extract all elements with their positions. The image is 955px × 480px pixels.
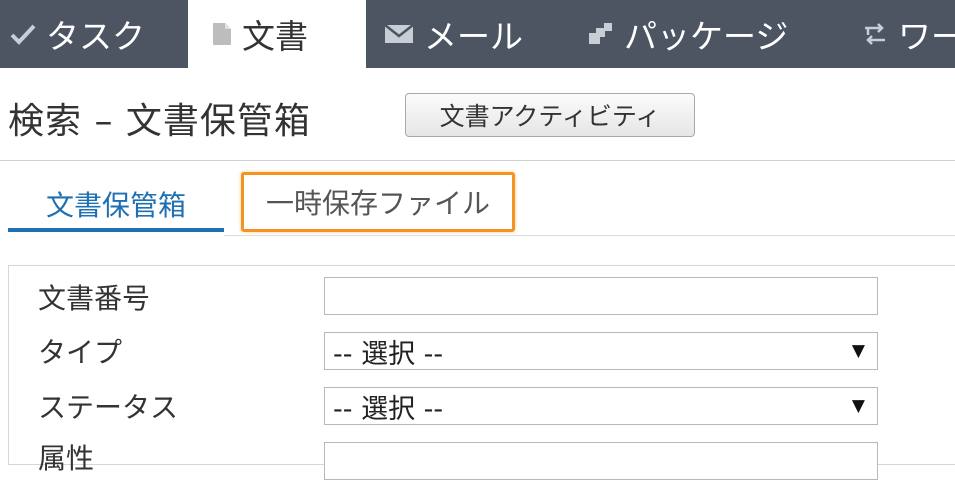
attribute-select[interactable] bbox=[324, 442, 878, 480]
header-divider bbox=[0, 160, 955, 161]
subtab-document-vault[interactable]: 文書保管箱 bbox=[8, 186, 224, 232]
dropdown-arrow-icon: ▼ bbox=[851, 341, 865, 361]
document-number-label: 文書番号 bbox=[38, 282, 151, 315]
nav-tab-workflow[interactable]: ワー bbox=[862, 0, 955, 68]
nav-tab-label: パッケージ bbox=[624, 17, 789, 56]
document-icon bbox=[212, 22, 232, 46]
subtab-divider bbox=[224, 235, 955, 236]
nav-tab-documents[interactable]: 文書 bbox=[188, 0, 366, 68]
package-icon bbox=[588, 22, 614, 46]
type-label: タイプ bbox=[38, 336, 123, 369]
nav-tab-label: ワー bbox=[898, 17, 955, 56]
status-label: ステータス bbox=[38, 391, 179, 424]
dropdown-arrow-icon: ▼ bbox=[851, 396, 865, 416]
page-title: 検索 – 文書保管箱 bbox=[8, 101, 311, 142]
nav-tab-label: メール bbox=[424, 17, 523, 56]
subtab-temporary-files[interactable]: 一時保存ファイル bbox=[241, 172, 515, 232]
nav-tab-label: タスク bbox=[46, 17, 145, 56]
workflow-icon bbox=[862, 22, 888, 46]
type-select-value: -- 選択 -- bbox=[333, 338, 444, 370]
top-navigation-bar: タスク 文書 メール パッケージ ワー bbox=[0, 0, 955, 68]
document-number-input[interactable] bbox=[324, 277, 878, 315]
nav-tab-label: 文書 bbox=[242, 17, 308, 56]
attribute-label: 属性 bbox=[38, 442, 95, 475]
envelope-icon bbox=[384, 23, 414, 45]
nav-tab-tasks[interactable]: タスク bbox=[10, 0, 145, 68]
status-select-value: -- 選択 -- bbox=[333, 393, 444, 425]
status-select[interactable]: -- 選択 -- ▼ bbox=[324, 387, 878, 425]
document-activity-button[interactable]: 文書アクティビティ bbox=[405, 93, 695, 137]
type-select[interactable]: -- 選択 -- ▼ bbox=[324, 332, 878, 370]
nav-tab-mail[interactable]: メール bbox=[384, 0, 523, 68]
nav-tab-packages[interactable]: パッケージ bbox=[588, 0, 788, 68]
check-icon bbox=[10, 23, 36, 45]
